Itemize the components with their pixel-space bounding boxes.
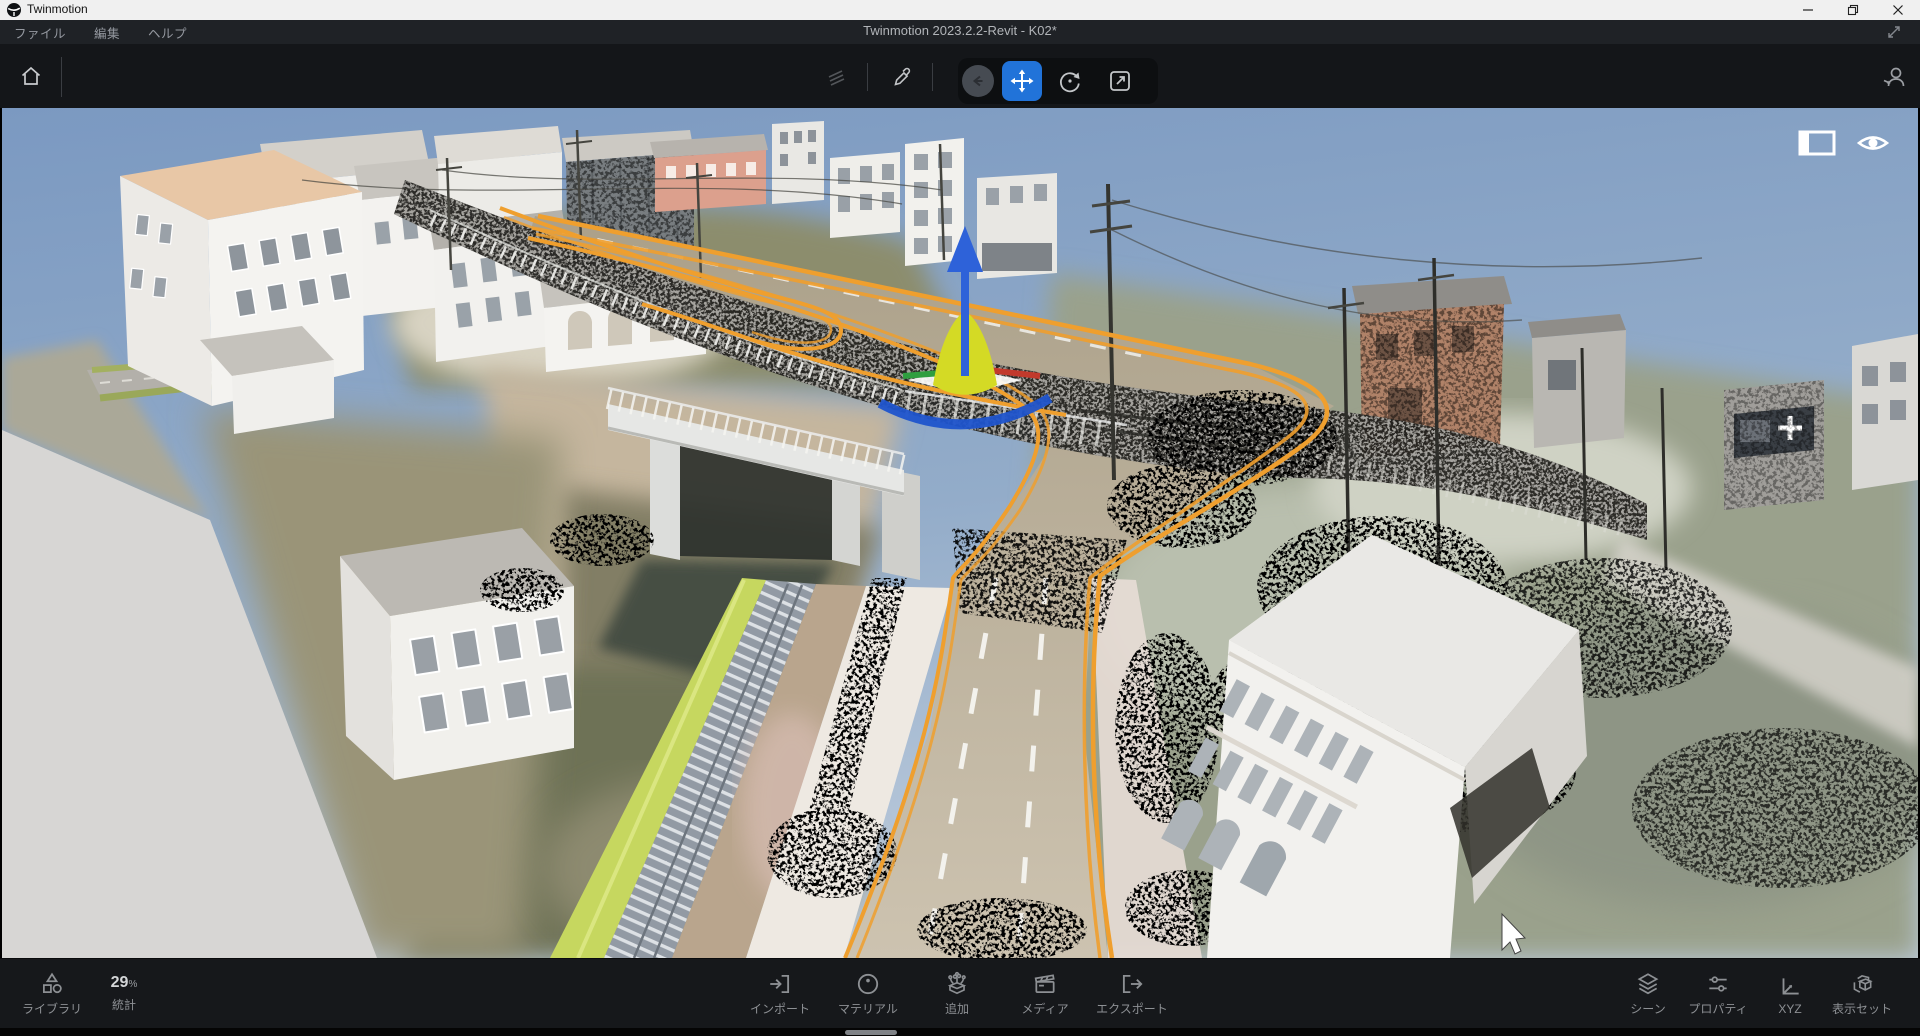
building-back-2 bbox=[977, 173, 1057, 279]
scale-tool-button[interactable] bbox=[1104, 65, 1136, 97]
collaboration-person-icon bbox=[1883, 67, 1905, 87]
display-set-button[interactable]: 表示セット bbox=[1817, 959, 1907, 1029]
eye-visibility-icon bbox=[1856, 136, 1890, 150]
panel-layout-icon bbox=[1798, 130, 1836, 156]
material-button[interactable]: マテリアル bbox=[823, 959, 913, 1029]
move-tool-icon bbox=[1010, 69, 1034, 93]
building-tall-white bbox=[905, 138, 964, 266]
media-button[interactable]: メディア bbox=[1000, 959, 1090, 1029]
export-button[interactable]: エクスポート bbox=[1087, 959, 1177, 1029]
stack-lines-button[interactable] bbox=[822, 63, 850, 91]
close-icon bbox=[1892, 5, 1903, 15]
import-label: インポート bbox=[749, 1002, 810, 1016]
library-label: ライブラリ bbox=[21, 1002, 82, 1016]
twinmotion-logo-icon bbox=[7, 3, 21, 17]
viewport-3d-scene[interactable] bbox=[2, 108, 1918, 958]
house-foreground bbox=[340, 528, 574, 780]
eyedropper-button[interactable] bbox=[889, 63, 917, 91]
rotate-tool-icon bbox=[1060, 72, 1080, 93]
expand-diagonal-icon[interactable] bbox=[1886, 24, 1902, 40]
minimize-button[interactable] bbox=[1785, 0, 1830, 20]
scene-render bbox=[2, 108, 1918, 958]
building-far-right bbox=[1852, 334, 1918, 490]
transform-tools-group bbox=[958, 58, 1158, 104]
app-title: Twinmotion bbox=[27, 2, 88, 16]
properties-label: プロパティ bbox=[1688, 1002, 1748, 1016]
back-arrow-icon bbox=[972, 75, 983, 87]
import-icon bbox=[770, 974, 790, 994]
stack-lines-icon bbox=[828, 70, 845, 86]
export-label: エクスポート bbox=[1096, 1002, 1168, 1016]
minimize-icon bbox=[1802, 9, 1813, 11]
visibility-toggle[interactable] bbox=[1856, 131, 1890, 160]
export-icon bbox=[1122, 974, 1143, 994]
back-button[interactable] bbox=[962, 65, 994, 97]
scene-layers-icon bbox=[1637, 973, 1659, 995]
eyedropper-icon bbox=[894, 67, 911, 86]
properties-sliders-icon bbox=[1709, 976, 1727, 992]
media-icon bbox=[1034, 974, 1055, 993]
building-cross-sign bbox=[1724, 380, 1824, 510]
import-button[interactable]: インポート bbox=[735, 959, 825, 1029]
home-icon bbox=[21, 66, 41, 85]
bottom-toolbar: ライブラリ 29% 統計 インポート マテリアル 追加 メディア エクスポート … bbox=[0, 958, 1920, 1029]
building-salmon bbox=[650, 134, 768, 212]
menubar: ファイル 編集 ヘルプ Twinmotion 2023.2.2-Revit - … bbox=[0, 20, 1920, 44]
display-set-icon bbox=[1853, 975, 1873, 993]
material-label: マテリアル bbox=[838, 1002, 898, 1016]
taskbar-hint bbox=[845, 1030, 897, 1035]
top-toolbar bbox=[0, 44, 1920, 108]
restore-icon bbox=[1847, 4, 1858, 16]
scene-label: シーン bbox=[1630, 1002, 1666, 1016]
building-back-1 bbox=[830, 152, 900, 238]
add-vegetation-icon bbox=[947, 971, 967, 995]
statistics-label: 統計 bbox=[111, 998, 136, 1012]
media-label: メディア bbox=[1021, 1002, 1069, 1016]
building-small-gray bbox=[1528, 314, 1626, 448]
restore-button[interactable] bbox=[1830, 0, 1875, 20]
collaboration-button[interactable] bbox=[1878, 61, 1910, 93]
scale-tool-icon bbox=[1110, 71, 1130, 91]
panel-layout-toggle[interactable] bbox=[1798, 130, 1836, 161]
xyz-label: XYZ bbox=[1778, 1001, 1802, 1016]
statistics-value: 29% bbox=[110, 974, 138, 991]
statistics-button[interactable]: 29% 統計 bbox=[79, 959, 169, 1029]
rotate-tool-button[interactable] bbox=[1054, 65, 1086, 97]
material-icon bbox=[857, 973, 879, 995]
library-icon bbox=[43, 972, 62, 994]
bottom-strip bbox=[0, 1028, 1920, 1036]
display-set-label: 表示セット bbox=[1831, 1002, 1892, 1016]
add-button[interactable]: 追加 bbox=[912, 959, 1002, 1029]
add-label: 追加 bbox=[944, 1002, 969, 1016]
document-title: Twinmotion 2023.2.2-Revit - K02* bbox=[863, 23, 1057, 38]
home-button[interactable] bbox=[16, 61, 46, 91]
move-tool-button[interactable] bbox=[1002, 61, 1042, 101]
close-button[interactable] bbox=[1875, 0, 1920, 20]
xyz-axis-icon bbox=[1782, 977, 1799, 995]
titlebar: Twinmotion bbox=[0, 0, 1920, 20]
